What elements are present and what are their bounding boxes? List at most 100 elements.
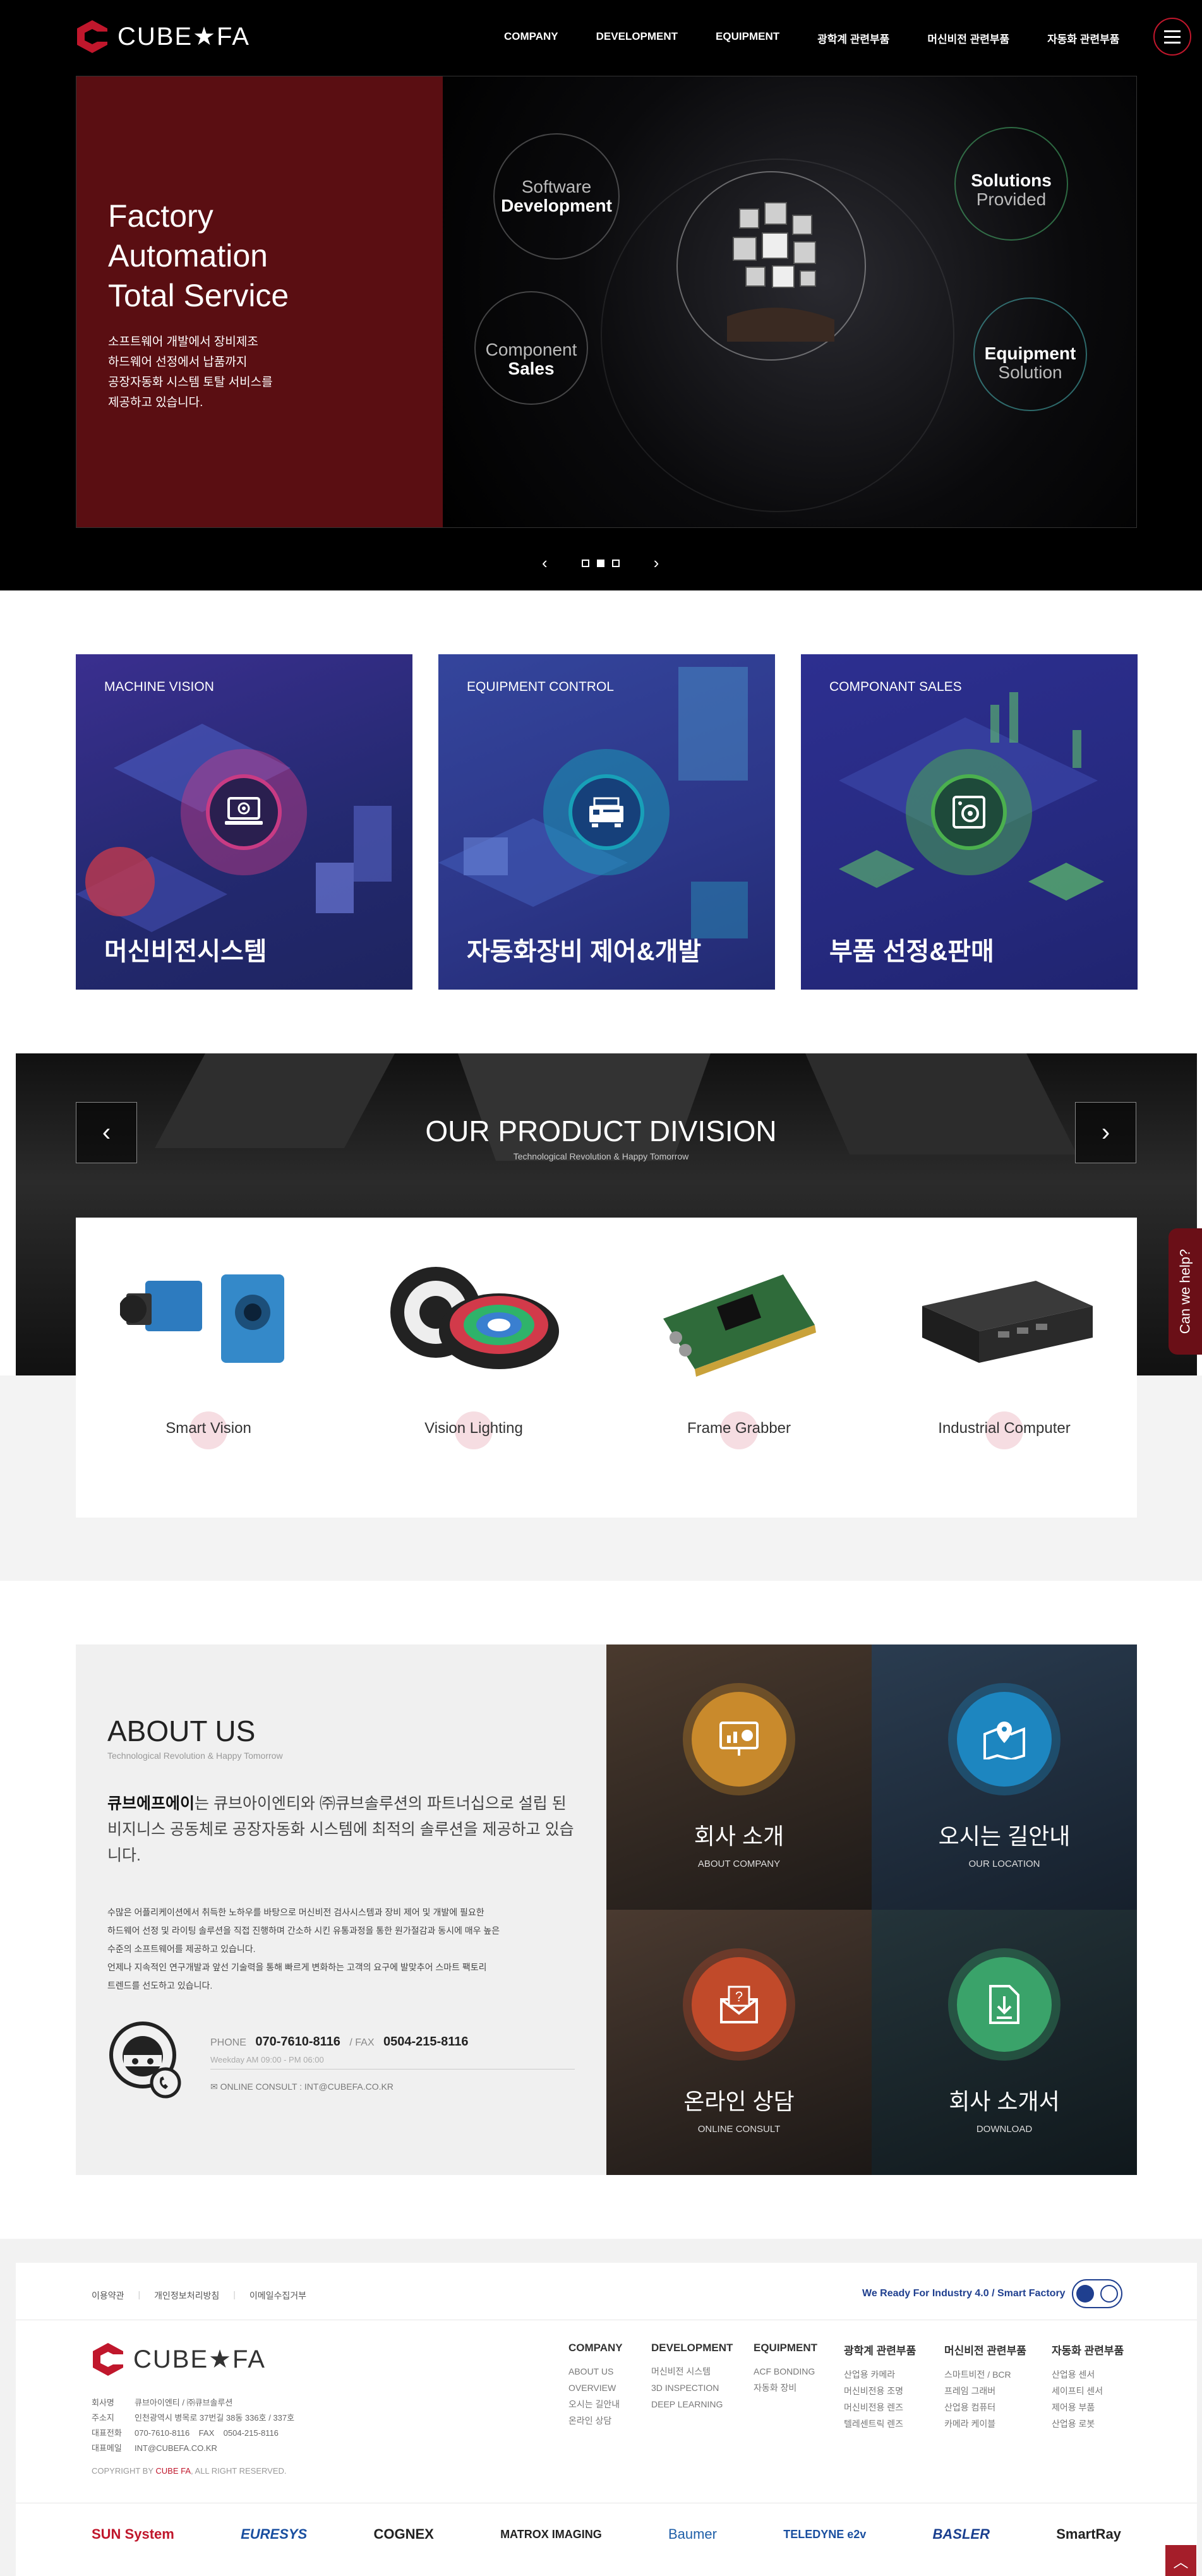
site-footer: 이용약관 | 개인정보처리방침 | 이메일수집거부 We Ready For Ind… <box>16 2263 1197 2576</box>
slide-dot-2[interactable] <box>596 559 604 567</box>
tile-title: 회사 소개서 <box>949 2088 1060 2114</box>
product-name: Smart Vision <box>165 1420 251 1437</box>
hero-image: Software Development Solutions Provided … <box>443 76 1136 527</box>
product-item-frame-grabber[interactable]: Frame Grabber <box>606 1218 872 1518</box>
slide-next-button[interactable]: › <box>654 553 659 573</box>
cube-logo-icon <box>93 2343 124 2376</box>
nav-company[interactable]: COMPANY <box>504 30 558 46</box>
hero-section: Factory Automation Total Service 소프트웨어 개… <box>0 76 1202 590</box>
product-carousel: Smart Vision Vision Lighting Frame Grabb… <box>76 1218 1137 1518</box>
footer-col-development: DEVELOPMENT 머신비전 시스템 3D INSPECTION DEEP L… <box>651 2342 733 2409</box>
slide-prev-button[interactable]: ‹ <box>542 553 548 573</box>
hamburger-icon <box>1164 30 1181 32</box>
email-refusal-link[interactable]: 이메일수집거부 <box>249 2289 306 2302</box>
footer-logo[interactable]: CUBE★FA <box>92 2342 266 2377</box>
privacy-link[interactable]: 개인정보처리방침 <box>154 2289 219 2302</box>
service-title: 자동화장비 제어&개발 <box>467 938 702 966</box>
hero-text-panel: Factory Automation Total Service 소프트웨어 개… <box>76 76 443 527</box>
slide-dot-3[interactable] <box>611 559 620 567</box>
hero-description: 소프트웨어 개발에서 장비제조 하드웨어 선정에서 납품까지 공장자동화 시스템… <box>108 335 273 409</box>
mail-question-icon: ? <box>720 1986 758 2023</box>
product-name: Vision Lighting <box>424 1420 523 1437</box>
partner-teledyne-logo[interactable]: TELEDYNE e2v <box>783 2528 866 2541</box>
menu-button[interactable] <box>1153 18 1191 56</box>
contact-phone: PHONE 070-7610-8116 / FAX 0504-215-8116 <box>210 2035 469 2049</box>
product-item-industrial-computer[interactable]: Industrial Computer <box>872 1218 1137 1518</box>
service-title: 머신비전시스템 <box>104 938 267 966</box>
mail-icon: ✉ <box>210 2082 218 2092</box>
footer-col-company: COMPANY ABOUT US OVERVIEW 오시는 길안내 온라인 상담 <box>568 2342 623 2426</box>
nav-automation-parts[interactable]: 자동화 관련부품 <box>1047 30 1119 46</box>
service-card-component-sales[interactable]: COMPONANT SALES 부품 선정&판매 <box>801 654 1138 990</box>
machine-equipment-icon <box>589 797 623 827</box>
product-item-vision-lighting[interactable]: Vision Lighting <box>341 1218 606 1518</box>
nav-optics-parts[interactable]: 광학계 관련부품 <box>817 30 889 46</box>
product-division-title: OUR PRODUCT DIVISION <box>425 1115 777 1147</box>
logo-text: CUBE★FA <box>117 23 250 51</box>
partner-logos: SUN System EURESYS COGNEX MATROX IMAGING… <box>92 2515 1121 2553</box>
label-equipment-solution: Equipment Solution <box>984 344 1076 382</box>
copyright: COPYRIGHT BY CUBE FA, ALL RIGHT RESERVED… <box>92 2466 287 2476</box>
slide-dot-1[interactable] <box>581 559 589 567</box>
partner-matrox-logo[interactable]: MATROX IMAGING <box>500 2528 602 2541</box>
laptop-vision-icon <box>225 797 263 825</box>
cube-logo-icon <box>77 20 109 53</box>
cube-cluster-icon <box>727 202 834 342</box>
logo[interactable]: CUBE★FA <box>76 19 250 54</box>
frame-grabber-image <box>663 1274 816 1377</box>
nav-machine-vision-parts[interactable]: 머신비전 관련부품 <box>927 30 1009 46</box>
map-pin-icon <box>983 1722 1025 1759</box>
footer-tagline: We Ready For Industry 4.0 / Smart Factor… <box>862 2288 1066 2299</box>
business-hours: Weekday AM 09:00 - PM 06:00 <box>210 2055 324 2064</box>
site-header: CUBE★FA COMPANY DEVELOPMENT EQUIPMENT 광학… <box>0 0 1202 76</box>
partner-basler-logo[interactable]: BASLER <box>933 2526 990 2543</box>
download-file-icon <box>989 1985 1019 2024</box>
tile-subtitle: ABOUT COMPANY <box>697 1859 781 1869</box>
tile-our-location[interactable]: 오시는 길안내 OUR LOCATION <box>872 1644 1137 1910</box>
slider-pager: ‹ › <box>542 553 659 573</box>
tile-download[interactable]: 회사 소개서 DOWNLOAD <box>872 1910 1137 2175</box>
about-subtitle: Technological Revolution & Happy Tomorro… <box>107 1751 283 1761</box>
service-card-equipment-control[interactable]: EQUIPMENT CONTROL 자동화장비 제어&개발 <box>438 654 775 990</box>
service-tag: EQUIPMENT CONTROL <box>467 680 614 694</box>
smart-camera-image <box>120 1274 284 1363</box>
nav-development[interactable]: DEVELOPMENT <box>596 30 678 46</box>
service-tag: COMPONANT SALES <box>829 680 962 694</box>
online-consult-email[interactable]: ✉ ONLINE CONSULT : INT@CUBEFA.CO.KR <box>210 2082 394 2092</box>
label-software-development: Software Development <box>501 177 612 215</box>
partner-cognex-logo[interactable]: COGNEX <box>373 2526 433 2543</box>
industrial-pc-image <box>922 1281 1093 1363</box>
product-prev-button[interactable]: ‹ <box>76 1102 137 1163</box>
footer-links: 이용약관 | 개인정보처리방침 | 이메일수집거부 <box>92 2289 307 2302</box>
product-division-subtitle: Technological Revolution & Happy Tomorro… <box>513 1151 689 1161</box>
help-tab[interactable]: Can we help? <box>1169 1228 1202 1355</box>
partner-smartray-logo[interactable]: SmartRay <box>1056 2526 1121 2543</box>
tile-subtitle: OUR LOCATION <box>968 1859 1040 1869</box>
footer-logo-text: CUBE★FA <box>133 2345 266 2373</box>
terms-link[interactable]: 이용약관 <box>92 2289 124 2302</box>
partner-euresys-logo[interactable]: EURESYS <box>241 2526 307 2543</box>
product-item-smart-vision[interactable]: Smart Vision <box>76 1218 341 1518</box>
partner-sunsystem-logo[interactable]: SUN System <box>92 2526 174 2543</box>
chevron-up-icon: ︿ <box>1173 2554 1189 2571</box>
service-tag: MACHINE VISION <box>104 680 214 694</box>
scroll-top-button[interactable]: ︿ <box>1165 2545 1196 2576</box>
partner-baumer-logo[interactable]: Baumer <box>668 2526 717 2543</box>
product-next-button[interactable]: › <box>1075 1102 1136 1163</box>
about-body: 수많은 어플리케이션에서 취득한 노하우를 바탕으로 머신비전 검사시스템과 장… <box>107 1907 500 1991</box>
footer-col-equipment: EQUIPMENT ACF BONDING 자동화 장비 <box>754 2342 818 2393</box>
tile-title: 오시는 길안내 <box>938 1823 1071 1849</box>
company-info: 회사명 큐브아이엔티 / ㈜큐브솔루션 주소지 인천광역시 병목로 37번길 38동… <box>92 2398 295 2453</box>
chevron-right-icon: › <box>1101 1118 1110 1146</box>
chevron-left-icon: ‹ <box>102 1118 111 1146</box>
presentation-icon <box>719 1722 759 1756</box>
service-card-machine-vision[interactable]: MACHINE VISION 머신비전시스템 <box>76 654 412 990</box>
tile-title: 온라인 상담 <box>683 2088 795 2114</box>
tile-about-company[interactable]: 회사 소개 ABOUT COMPANY <box>606 1644 872 1910</box>
nav-equipment[interactable]: EQUIPMENT <box>716 30 779 46</box>
about-title: ABOUT US <box>107 1715 256 1747</box>
tile-subtitle: DOWNLOAD <box>976 2124 1033 2135</box>
hero-slide: Factory Automation Total Service 소프트웨어 개… <box>76 76 1137 528</box>
tile-online-consult[interactable]: ? 온라인 상담 ONLINE CONSULT <box>606 1910 872 2175</box>
product-name: Frame Grabber <box>687 1420 791 1437</box>
